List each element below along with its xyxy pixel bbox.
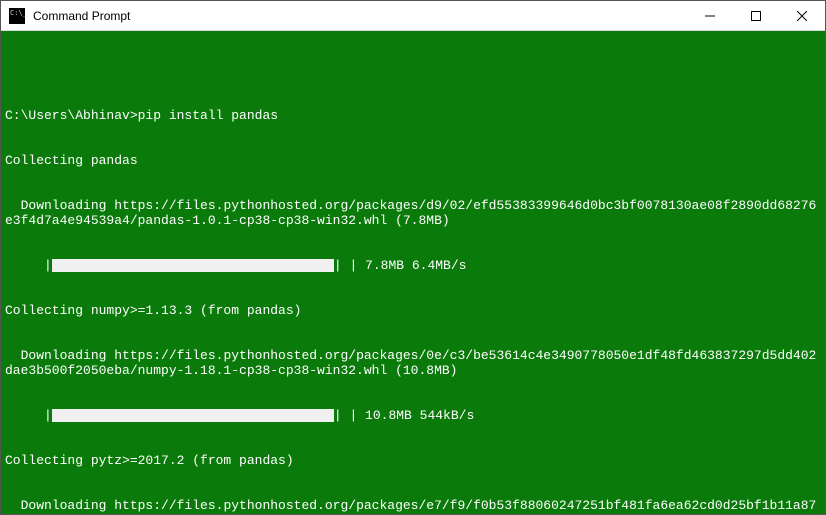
progress-bar	[52, 259, 334, 272]
progress-info: | 7.8MB 6.4MB/s	[342, 258, 467, 273]
close-icon	[797, 11, 807, 21]
progress-row: | | | 10.8MB 544kB/s	[5, 408, 821, 423]
output-line: Downloading https://files.pythonhosted.o…	[5, 498, 821, 514]
progress-bar	[52, 409, 334, 422]
progress-pipe: |	[334, 258, 342, 273]
maximize-button[interactable]	[733, 1, 779, 30]
progress-pipe: |	[334, 408, 342, 423]
output-line: Collecting numpy>=1.13.3 (from pandas)	[5, 303, 821, 318]
output-line: Downloading https://files.pythonhosted.o…	[5, 348, 821, 378]
output-line: Downloading https://files.pythonhosted.o…	[5, 198, 821, 228]
progress-indent: |	[5, 258, 52, 273]
close-button[interactable]	[779, 1, 825, 30]
blank-line	[5, 63, 821, 78]
window-title: Command Prompt	[33, 9, 687, 23]
command-prompt-window: Command Prompt C:\Users\Abhinav>pip inst…	[0, 0, 826, 515]
output-line: Collecting pandas	[5, 153, 821, 168]
progress-indent: |	[5, 408, 52, 423]
maximize-icon	[751, 11, 761, 21]
progress-row: | | | 7.8MB 6.4MB/s	[5, 258, 821, 273]
command-text: pip install pandas	[138, 108, 278, 123]
app-icon	[9, 8, 25, 24]
prompt-line-1: C:\Users\Abhinav>pip install pandas	[5, 108, 821, 123]
minimize-icon	[705, 11, 715, 21]
window-controls	[687, 1, 825, 30]
progress-info: | 10.8MB 544kB/s	[342, 408, 475, 423]
minimize-button[interactable]	[687, 1, 733, 30]
output-line: Collecting pytz>=2017.2 (from pandas)	[5, 453, 821, 468]
terminal-body[interactable]: C:\Users\Abhinav>pip install pandas Coll…	[1, 31, 825, 514]
titlebar[interactable]: Command Prompt	[1, 1, 825, 31]
prompt-text: C:\Users\Abhinav>	[5, 108, 138, 123]
